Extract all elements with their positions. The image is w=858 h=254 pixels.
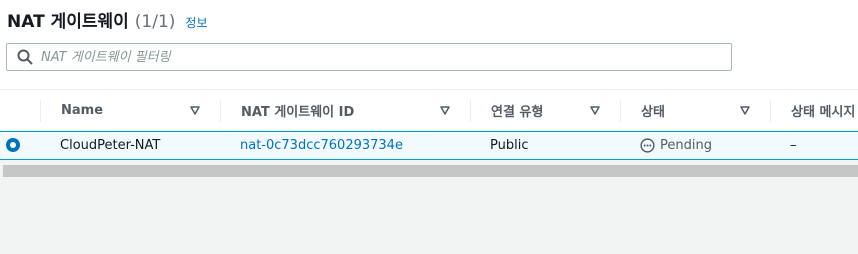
column-divider <box>470 100 471 122</box>
sort-down-icon[interactable] <box>590 105 600 115</box>
cell-connectivity: Public <box>490 138 529 153</box>
item-count: (1/1) <box>134 12 176 32</box>
info-link[interactable]: 정보 <box>185 14 207 31</box>
page-title: NAT 게이트웨이 <box>7 12 129 32</box>
table-header: Name NAT 게이트웨이 ID 연결 유형 상태 상태 메시지 <box>0 89 858 131</box>
column-divider <box>40 100 41 122</box>
cell-state-message: – <box>790 138 797 153</box>
column-header-name[interactable]: Name <box>61 90 103 130</box>
pending-icon <box>640 138 655 153</box>
status-text: Pending <box>660 138 712 153</box>
nat-id-link[interactable]: nat-0c73dcc760293734e <box>240 132 403 159</box>
column-divider <box>620 100 621 122</box>
column-header-connectivity[interactable]: 연결 유형 <box>491 90 543 130</box>
sort-down-icon[interactable] <box>190 105 200 115</box>
search-icon <box>17 49 33 65</box>
column-divider <box>770 100 771 122</box>
column-header-state[interactable]: 상태 <box>641 90 665 130</box>
column-header-state-message[interactable]: 상태 메시지 <box>791 90 855 130</box>
sort-down-icon[interactable] <box>740 105 750 115</box>
search-input[interactable] <box>41 49 701 65</box>
column-divider <box>220 100 221 122</box>
search-box[interactable] <box>6 43 732 71</box>
sort-down-icon[interactable] <box>440 105 450 115</box>
cell-name: CloudPeter-NAT <box>60 138 161 153</box>
column-header-nat-id[interactable]: NAT 게이트웨이 ID <box>241 90 354 130</box>
header-panel: NAT 게이트웨이 (1/1) 정보 <box>0 0 858 89</box>
horizontal-scrollbar[interactable] <box>3 165 858 177</box>
header: NAT 게이트웨이 (1/1) 정보 <box>7 7 208 32</box>
table-row[interactable]: CloudPeter-NAT nat-0c73dcc760293734e Pub… <box>0 131 858 160</box>
status-badge: Pending <box>640 132 712 159</box>
nat-gateway-table: Name NAT 게이트웨이 ID 연결 유형 상태 상태 메시지 CloudP… <box>0 89 858 160</box>
row-select-radio[interactable] <box>6 138 20 152</box>
